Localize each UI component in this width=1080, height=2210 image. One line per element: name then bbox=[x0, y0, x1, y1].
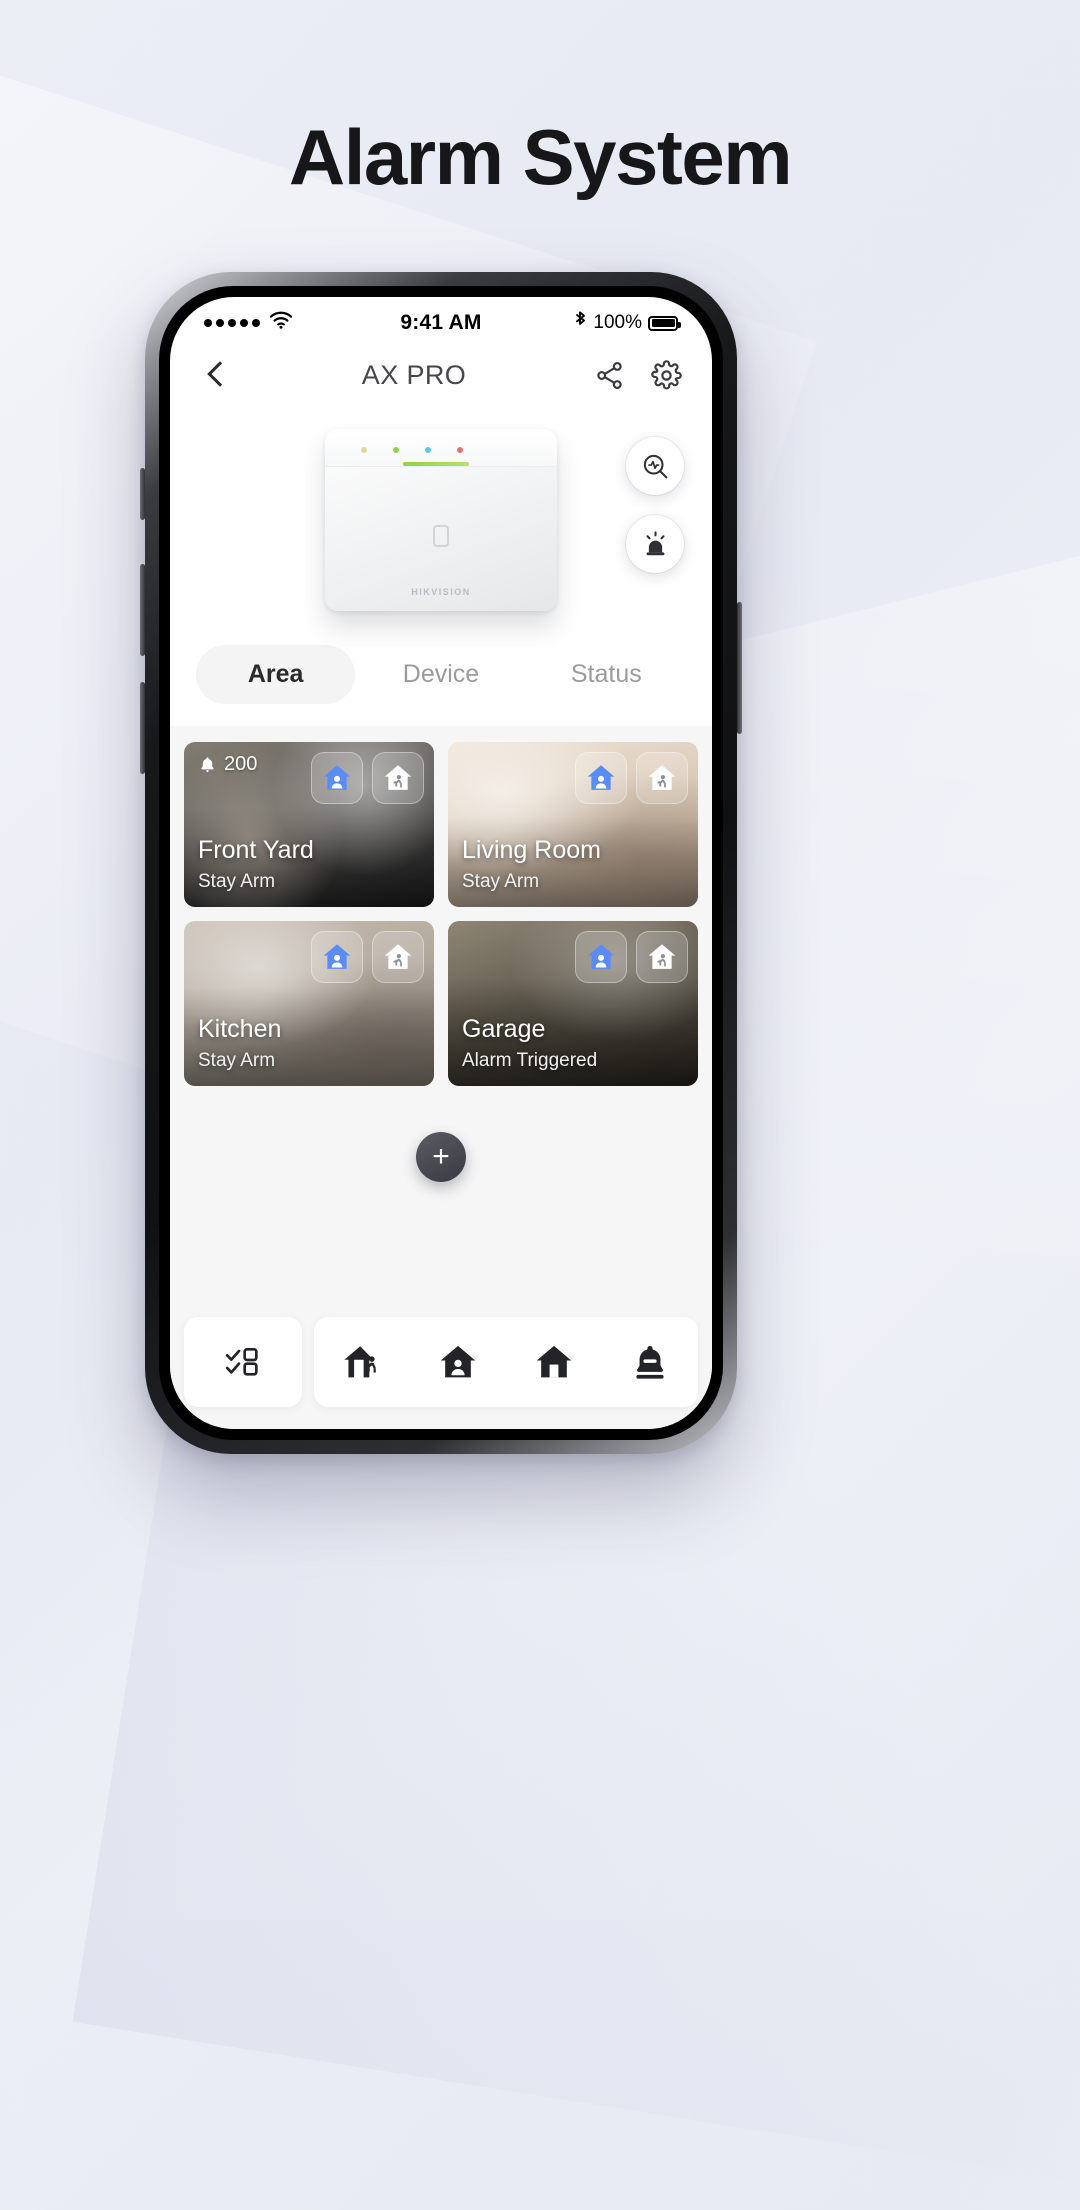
bell-icon bbox=[201, 756, 214, 772]
tab-status[interactable]: Status bbox=[527, 645, 686, 704]
clear-alarm-button[interactable] bbox=[619, 1331, 681, 1393]
area-card-living-room[interactable]: Living Room Stay Arm bbox=[448, 742, 698, 907]
diagnostics-button[interactable] bbox=[626, 437, 684, 495]
away-arm-button[interactable] bbox=[331, 1331, 393, 1393]
disarm-button[interactable] bbox=[523, 1331, 585, 1393]
signal-strength-icon bbox=[204, 319, 260, 327]
gear-icon[interactable] bbox=[651, 359, 682, 391]
phone-volume-down-button bbox=[140, 682, 145, 774]
stay-arm-button[interactable] bbox=[311, 931, 363, 983]
house-walking-icon bbox=[648, 944, 676, 969]
phone-power-button bbox=[737, 602, 742, 734]
status-bar-time: 9:41 AM bbox=[400, 311, 482, 334]
stay-arm-button[interactable] bbox=[311, 752, 363, 804]
house-walking-icon bbox=[384, 944, 412, 969]
area-name: Living Room bbox=[462, 836, 601, 864]
hub-hero-section: HIKVISION bbox=[170, 407, 712, 635]
checklist-icon bbox=[225, 1348, 258, 1376]
area-status: Alarm Triggered bbox=[462, 1050, 598, 1071]
add-area-button[interactable]: + bbox=[416, 1132, 466, 1182]
house-icon bbox=[536, 1345, 572, 1378]
alarm-count-value: 200 bbox=[224, 753, 258, 775]
phone-volume-up-button bbox=[140, 564, 145, 656]
house-walking-icon bbox=[384, 765, 412, 790]
house-person-icon bbox=[440, 1345, 476, 1378]
tab-area[interactable]: Area bbox=[196, 645, 356, 704]
hub-brand-label: HIKVISION bbox=[411, 587, 471, 597]
area-name: Garage bbox=[462, 1015, 546, 1043]
house-walking-icon bbox=[648, 765, 676, 790]
tab-device[interactable]: Device bbox=[361, 645, 520, 704]
house-walking-icon bbox=[344, 1346, 376, 1378]
hub-status-bar bbox=[403, 462, 469, 466]
area-card-kitchen[interactable]: Kitchen Stay Arm bbox=[184, 921, 434, 1086]
alarm-hub-image: HIKVISION bbox=[325, 429, 557, 611]
alarm-count-badge: 200 bbox=[198, 753, 257, 776]
bluetooth-icon bbox=[574, 310, 587, 336]
stay-arm-button[interactable] bbox=[575, 752, 627, 804]
stay-arm-button[interactable] bbox=[427, 1331, 489, 1393]
phone-bezel: 9:41 AM 100% AX PRO HIKVISION Area Devic… bbox=[159, 286, 723, 1440]
status-bar: 9:41 AM 100% bbox=[170, 297, 712, 343]
away-arm-button[interactable] bbox=[372, 752, 424, 804]
house-person-icon bbox=[587, 765, 615, 790]
bell-mute-icon bbox=[636, 1345, 664, 1379]
phone-mockup: 9:41 AM 100% AX PRO HIKVISION Area Devic… bbox=[140, 272, 742, 1454]
plus-icon: + bbox=[432, 1140, 450, 1173]
siren-button[interactable] bbox=[626, 515, 684, 573]
area-status: Stay Arm bbox=[198, 1050, 276, 1071]
background-facet-3 bbox=[72, 1330, 1080, 2210]
wifi-icon bbox=[269, 311, 293, 335]
areas-list: 200 Front Yard Stay Arm Living Room Stay… bbox=[170, 726, 712, 1317]
hub-status-leds bbox=[361, 447, 463, 453]
area-status: Stay Arm bbox=[198, 871, 276, 892]
bottom-action-bar bbox=[170, 1317, 712, 1429]
phone-screen: 9:41 AM 100% AX PRO HIKVISION Area Devic… bbox=[170, 297, 712, 1429]
area-card-front-yard[interactable]: 200 Front Yard Stay Arm bbox=[184, 742, 434, 907]
area-name: Front Yard bbox=[198, 836, 314, 864]
away-arm-button[interactable] bbox=[372, 931, 424, 983]
select-areas-button[interactable] bbox=[184, 1317, 302, 1407]
hub-card-slot bbox=[433, 525, 449, 547]
house-person-icon bbox=[323, 765, 351, 790]
share-icon[interactable] bbox=[594, 360, 625, 391]
house-person-icon bbox=[323, 944, 351, 969]
tab-bar: Area Device Status bbox=[170, 635, 712, 726]
area-status: Stay Arm bbox=[462, 871, 540, 892]
battery-full-icon bbox=[648, 315, 681, 331]
page-title: Alarm System bbox=[288, 113, 793, 201]
battery-percent-label: 100% bbox=[593, 312, 642, 333]
page-header-title: AX PRO bbox=[361, 359, 467, 390]
stay-arm-button[interactable] bbox=[575, 931, 627, 983]
area-name: Kitchen bbox=[198, 1015, 282, 1043]
away-arm-button[interactable] bbox=[636, 931, 688, 983]
phone-mute-switch bbox=[140, 468, 145, 520]
back-button[interactable] bbox=[200, 358, 234, 392]
away-arm-button[interactable] bbox=[636, 752, 688, 804]
house-person-icon bbox=[587, 944, 615, 969]
app-header: AX PRO bbox=[170, 343, 712, 407]
area-card-garage[interactable]: Garage Alarm Triggered bbox=[448, 921, 698, 1086]
